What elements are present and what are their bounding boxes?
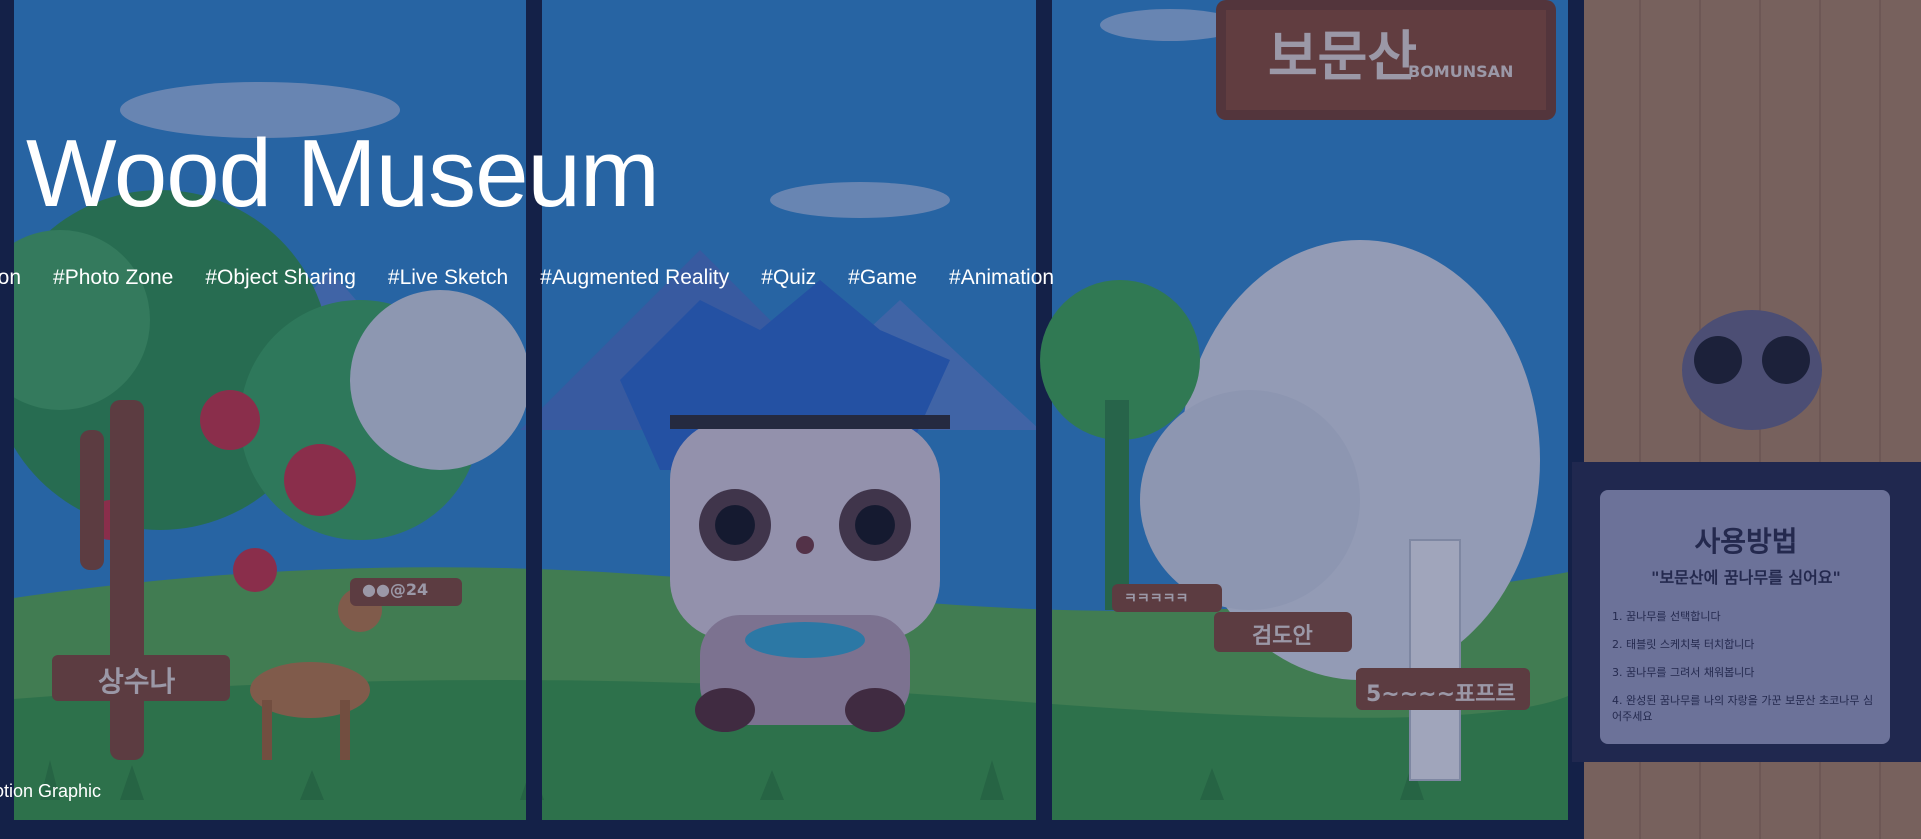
- tag-quiz[interactable]: #Quiz: [761, 264, 816, 292]
- image-caption: otion Graphic: [0, 781, 102, 801]
- hero-title: Wood Museum: [26, 120, 660, 227]
- tag-photo-zone[interactable]: #Photo Zone: [53, 264, 173, 292]
- tag-object-sharing[interactable]: #Object Sharing: [205, 264, 356, 292]
- tag-animation[interactable]: #Animation: [949, 264, 1054, 292]
- tag-augmented-reality[interactable]: #Augmented Reality: [540, 264, 729, 292]
- hashtag-list: eon #Photo Zone #Object Sharing #Live Sk…: [0, 264, 1086, 292]
- tag-live-sketch[interactable]: #Live Sketch: [388, 264, 508, 292]
- tag-link[interactable]: eon: [0, 264, 21, 292]
- tag-game[interactable]: #Game: [848, 264, 917, 292]
